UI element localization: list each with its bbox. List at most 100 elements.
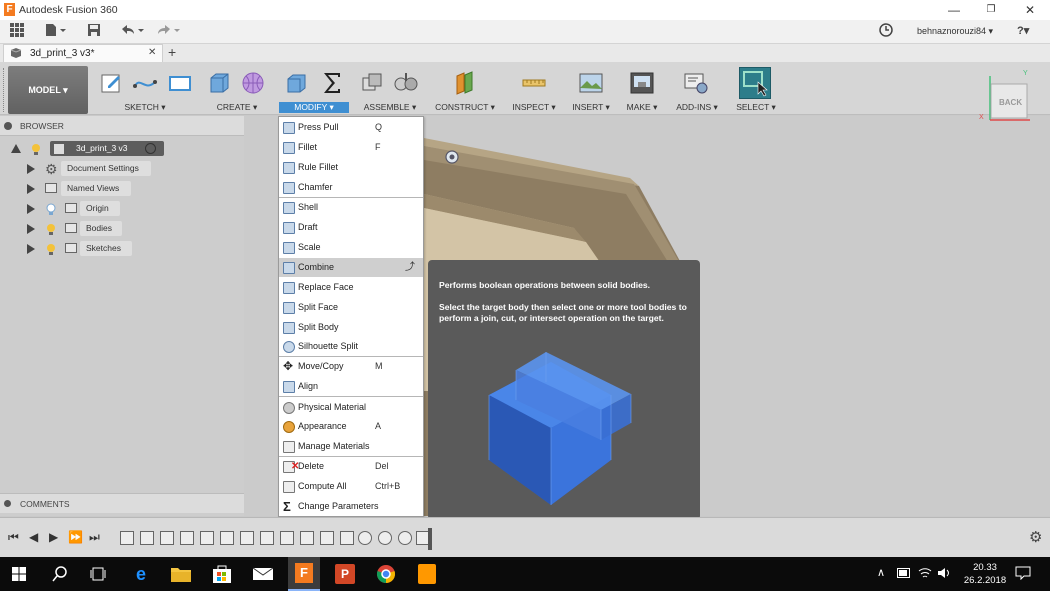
inspect-group[interactable]: INSPECT ▾ bbox=[507, 62, 561, 115]
construct-group[interactable]: CONSTRUCT ▾ bbox=[432, 62, 498, 115]
pin-to-toolbar-icon[interactable]: ⤴ bbox=[405, 258, 415, 277]
modify-group-label[interactable]: MODIFY ▾ bbox=[279, 102, 349, 113]
browser-item-origin[interactable]: Origin bbox=[0, 200, 244, 218]
browser-root-item[interactable]: 3d_print_3 v3 bbox=[0, 140, 244, 158]
menu-item-appearance[interactable]: Appearance A bbox=[279, 417, 423, 436]
help-icon[interactable]: ?▾ bbox=[1017, 24, 1029, 37]
assemble-group-label[interactable]: ASSEMBLE ▾ bbox=[356, 102, 424, 113]
menu-item-scale[interactable]: Scale bbox=[279, 238, 423, 257]
joint-icon[interactable] bbox=[393, 70, 419, 96]
make-group[interactable]: MAKE ▾ bbox=[622, 62, 662, 115]
offset-plane-icon[interactable] bbox=[452, 70, 478, 96]
menu-item-delete[interactable]: ✕ Delete Del bbox=[279, 457, 423, 476]
inspect-group-label[interactable]: INSPECT ▾ bbox=[507, 102, 561, 113]
wifi-icon[interactable] bbox=[918, 566, 932, 580]
app-grid-icon[interactable] bbox=[8, 23, 26, 41]
timeline-feature-extrude[interactable] bbox=[160, 531, 174, 545]
modify-group[interactable]: MODIFY ▾ bbox=[279, 62, 349, 115]
expand-comments-icon[interactable] bbox=[4, 500, 11, 507]
menu-item-rule-fillet[interactable]: Rule Fillet bbox=[279, 158, 423, 177]
create-group-label[interactable]: CREATE ▾ bbox=[202, 102, 272, 113]
timeline-feature-sketch[interactable] bbox=[300, 531, 314, 545]
collapse-browser-icon[interactable] bbox=[4, 122, 12, 130]
sketch-rectangle-icon[interactable] bbox=[167, 70, 193, 96]
play-icon[interactable]: ▶ bbox=[49, 530, 58, 544]
menu-item-press-pull[interactable]: Press Pull Q bbox=[279, 118, 423, 137]
assemble-group[interactable]: ASSEMBLE ▾ bbox=[356, 62, 424, 115]
timeline-feature-fillet[interactable] bbox=[378, 531, 392, 545]
add-ins-group-label[interactable]: ADD-INS ▾ bbox=[671, 102, 723, 113]
menu-item-split-face[interactable]: Split Face bbox=[279, 298, 423, 317]
measure-icon[interactable] bbox=[521, 70, 547, 96]
user-account-menu[interactable]: behnaznorouzi84 ▾ bbox=[917, 26, 993, 37]
menu-item-compute-all[interactable]: Compute All Ctrl+B bbox=[279, 477, 423, 496]
insert-group-label[interactable]: INSERT ▾ bbox=[568, 102, 614, 113]
document-tab[interactable]: 3d_print_3 v3* ✕ bbox=[3, 44, 163, 62]
go-to-start-icon[interactable]: ⏮ bbox=[8, 530, 19, 545]
visibility-bulb-off-icon[interactable] bbox=[44, 202, 58, 216]
timeline-feature-extrude[interactable] bbox=[260, 531, 274, 545]
browser-item-document-settings[interactable]: ⚙ Document Settings bbox=[0, 160, 244, 178]
menu-item-replace-face[interactable]: Replace Face bbox=[279, 278, 423, 297]
menu-item-move-copy[interactable]: ✥ Move/Copy M bbox=[279, 357, 423, 376]
search-icon[interactable] bbox=[52, 566, 68, 582]
viewcube-face-label[interactable]: BACK bbox=[999, 98, 1022, 107]
expand-arrow-icon[interactable] bbox=[27, 224, 35, 234]
browser-item-bodies[interactable]: Bodies bbox=[0, 220, 244, 238]
expand-arrow-icon[interactable] bbox=[27, 244, 35, 254]
timeline-feature-sketch[interactable] bbox=[200, 531, 214, 545]
sketch-spline-icon[interactable] bbox=[132, 70, 158, 96]
browser-item-named-views[interactable]: Named Views bbox=[0, 180, 244, 198]
timeline-feature-sketch[interactable] bbox=[120, 531, 134, 545]
menu-item-silhouette-split[interactable]: Silhouette Split bbox=[279, 337, 423, 356]
step-back-icon[interactable]: ◀​ bbox=[29, 530, 38, 544]
timeline-feature-fillet[interactable] bbox=[358, 531, 372, 545]
timeline-feature-extrude[interactable] bbox=[140, 531, 154, 545]
insert-group[interactable]: INSERT ▾ bbox=[568, 62, 614, 115]
close-tab-icon[interactable]: ✕ bbox=[148, 47, 156, 58]
timeline-feature-sketch[interactable] bbox=[240, 531, 254, 545]
undo-icon[interactable] bbox=[118, 23, 146, 41]
job-status-clock-icon[interactable] bbox=[878, 23, 894, 41]
menu-item-physical-material[interactable]: Physical Material bbox=[279, 398, 423, 417]
timeline-feature-extrude[interactable] bbox=[320, 531, 334, 545]
save-icon[interactable] bbox=[86, 23, 102, 41]
timeline-feature-extrude[interactable] bbox=[280, 531, 294, 545]
workspace-switcher[interactable]: MODEL ▾ bbox=[8, 66, 88, 114]
expand-arrow-icon[interactable] bbox=[11, 144, 21, 153]
store-icon[interactable] bbox=[211, 564, 233, 584]
timeline-feature-extrude[interactable] bbox=[340, 531, 354, 545]
form-sphere-icon[interactable] bbox=[240, 70, 266, 96]
menu-item-manage-materials[interactable]: Manage Materials bbox=[279, 437, 423, 456]
go-to-end-icon[interactable]: ⏭ bbox=[89, 530, 100, 545]
menu-item-draft[interactable]: Draft bbox=[279, 218, 423, 237]
3d-print-icon[interactable] bbox=[629, 70, 655, 96]
visibility-bulb-icon[interactable] bbox=[29, 142, 43, 156]
volume-icon[interactable] bbox=[937, 566, 951, 580]
activate-component-icon[interactable] bbox=[145, 143, 156, 154]
sketch-group[interactable]: SKETCH ▾ bbox=[95, 62, 195, 115]
expand-arrow-icon[interactable] bbox=[27, 204, 35, 214]
sketch-group-label[interactable]: SKETCH ▾ bbox=[95, 102, 195, 113]
new-component-icon[interactable] bbox=[359, 70, 385, 96]
create-sketch-icon[interactable] bbox=[99, 70, 125, 96]
menu-item-shell[interactable]: Shell bbox=[279, 198, 423, 217]
new-tab-button[interactable]: + bbox=[168, 44, 176, 60]
scripts-addins-icon[interactable] bbox=[683, 70, 709, 96]
menu-item-chamfer[interactable]: Chamfer bbox=[279, 178, 423, 197]
add-ins-group[interactable]: ADD-INS ▾ bbox=[671, 62, 723, 115]
expand-arrow-icon[interactable] bbox=[27, 184, 35, 194]
sublime-text-icon[interactable] bbox=[418, 564, 436, 584]
menu-item-change-parameters[interactable]: Σ Change Parameters bbox=[279, 497, 423, 516]
select-button[interactable] bbox=[739, 67, 771, 99]
chrome-icon[interactable] bbox=[376, 564, 396, 584]
restore-button[interactable]: ❐ bbox=[981, 2, 1001, 18]
file-menu-icon[interactable] bbox=[42, 23, 68, 41]
menu-item-split-body[interactable]: Split Body bbox=[279, 318, 423, 337]
visibility-bulb-icon[interactable] bbox=[44, 242, 58, 256]
select-group-label[interactable]: SELECT ▾ bbox=[731, 102, 781, 113]
timeline-feature-extrude[interactable] bbox=[220, 531, 234, 545]
construct-group-label[interactable]: CONSTRUCT ▾ bbox=[432, 102, 498, 113]
menu-item-combine[interactable]: Combine ⤴ bbox=[279, 258, 423, 277]
step-forward-icon[interactable]: ⏩ bbox=[68, 530, 83, 544]
